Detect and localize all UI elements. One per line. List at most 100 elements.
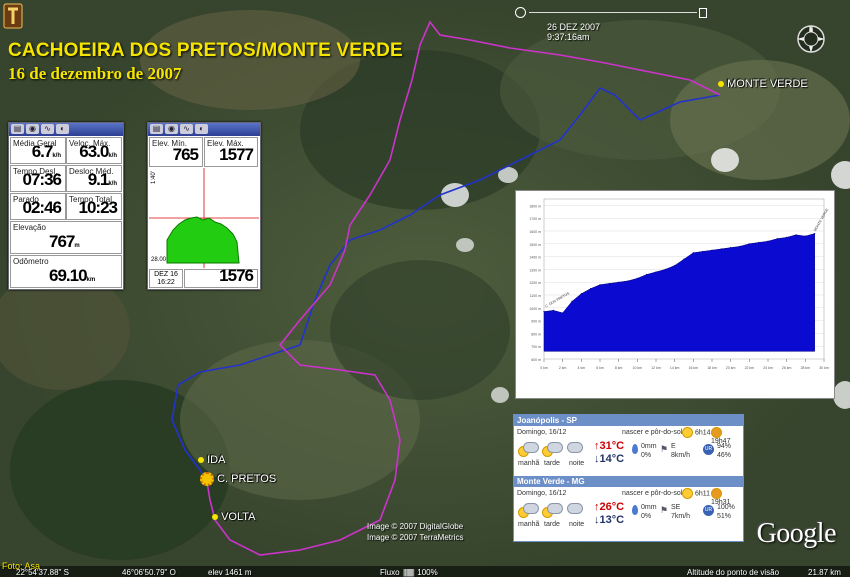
weather-date: Domingo, 16/12 [517,429,567,436]
x-tick-label: 10 km [633,366,643,370]
period-label: manhã [518,460,540,467]
y-tick-label: 700 m [531,345,541,349]
gps-stat-cell: Parado 02:46 [10,193,66,220]
x-tick-label: 20 km [726,366,736,370]
elevation-point [711,249,713,251]
elevation-point [674,264,676,267]
y-tick-label: 1200 m [529,281,541,285]
x-tick-label: 0 km [540,366,548,370]
credit-digitalglobe: Image © 2007 DigitalGlobe [367,522,464,531]
x-tick-label: 8 km [615,366,623,370]
place-ida[interactable]: IDA [198,454,225,466]
y-tick-label: 1100 m [530,294,541,298]
map-title: CACHOEIRA DOS PRETOS/MONTE VERDE [8,40,403,61]
partly-cloudy-icon [518,503,539,518]
gps-stat-cell: Veloc. Máx. 63.0k/h [66,137,122,164]
x-tick-label: 12 km [651,366,661,370]
humidity-min: 46% [717,452,732,459]
elev-max-cell: Elev. Máx. 1577 [204,137,258,167]
weather-date: Domingo, 16/12 [517,490,567,497]
elev-min-cell: Elev. Mín. 765 [149,137,203,167]
gps-stat-value: 767m [49,232,80,251]
status-eye-label: Altitude do ponto de visão [687,568,780,577]
elevation-point [618,281,620,283]
rain-pct: 0% [641,513,652,520]
elevation-point [767,240,769,242]
sunrise-icon [682,488,693,499]
time-slider-end-icon[interactable] [699,7,708,18]
gps-pages-icon[interactable]: ▤ [11,124,24,134]
gps-pages-icon[interactable]: ▤ [150,124,163,134]
gps-stat-cell: Tempo Total 10:23 [66,193,122,220]
elevation-point [599,284,601,286]
gps-stat-cell: Desloc Méd. 9.1k/h [66,165,122,192]
elev-scale-top: 1:40' [151,171,157,184]
cloudy-night-icon [567,442,583,455]
elevation-point [786,236,788,238]
gps-sat-icon[interactable]: ◐ [56,124,69,134]
wind-dir: E [671,443,676,450]
gps-stat-cell: Odômetro 69.10km [10,255,122,288]
map-subtitle: 16 de dezembro de 2007 [8,64,182,83]
gps-sat-icon[interactable]: ◐ [195,124,208,134]
pin-icon [718,81,724,87]
humidity-icon: UR [703,444,714,455]
cloudy-night-icon [567,503,583,516]
sunset-icon [711,488,722,499]
wind-icon: ⚑ [660,444,669,454]
period-label: manhã [518,521,540,528]
elevation-profile-chart: 1800 m 1700 m 1600 m 1500 m 1400 m 1300 m 1200… [515,190,835,399]
y-tick-label: 800 m [531,332,541,336]
compass-icon[interactable]: N [794,22,828,56]
weather-city-header[interactable]: Monte Verde - MG [514,476,743,487]
elevation-point [776,238,778,240]
gps-elevation-plot: 1:40' 28.00 [149,168,259,268]
sunset-icon [711,427,722,438]
compass-north-label: N [809,27,813,33]
y-tick-label: 600 m [531,358,541,362]
wind-dir: SE [671,504,681,511]
x-tick-label: 28 km [801,366,811,370]
elevation-point [655,271,657,273]
gps-stat-cell: Tempo Desl. 07:36 [10,165,66,192]
time-slider[interactable]: 26 DEZ 2007 9:37:16am [515,7,708,42]
temp-max: ↑26°C [594,501,625,513]
elevation-point [702,250,704,253]
weather-city-header[interactable]: Joanópolis - SP [514,415,743,426]
gps-stats-panel: ▤ ◉ ∿ ◐ Média Geral 6.7k/h Veloc. Máx. 63.0… [8,122,124,290]
status-elev: elev 1461 m [208,568,252,577]
x-tick-label: 16 km [689,366,699,370]
status-eye-alt: 21.87 km [808,568,841,577]
gps-track-icon[interactable]: ∿ [41,124,54,134]
date-label: 26 DEZ 2007 [547,22,601,32]
gps-nav-icon[interactable]: ◉ [26,124,39,134]
elevation-point [748,243,750,245]
gps-elevation-panel: ▤ ◉ ∿ ◐ Elev. Mín. 765 Elev. Máx. 1577 1… [147,122,261,290]
y-tick-label: 1800 m [529,204,541,208]
elevation-point [683,258,685,260]
gps-stat-value: 9.1k/h [87,170,117,189]
y-tick-label: 1500 m [529,243,541,247]
wind-speed: 8km/h [671,452,691,459]
x-tick-label: 30 km [819,366,829,370]
waterfall-sun-icon [200,472,214,486]
sun-times-label: nascer e pôr-do-sol: [622,490,685,497]
y-tick-label: 900 m [531,320,541,324]
gps-track-icon[interactable]: ∿ [180,124,193,134]
elevation-point [646,273,648,276]
elevation-point [664,268,666,270]
gps-nav-icon[interactable]: ◉ [165,124,178,134]
elevation-point [814,232,816,235]
place-monte-verde[interactable]: MONTE VERDE [718,78,808,90]
place-c-pretos[interactable]: C. PRETOS [200,472,276,486]
x-tick-label: 2 km [559,366,567,370]
sunrise: 6h14 [682,427,711,438]
place-volta[interactable]: VOLTA [212,511,256,523]
y-tick-label: 1700 m [529,217,541,221]
status-lat: 22°54'37.88" S [16,568,69,577]
pin-icon [198,457,204,463]
weather-panel: Joanópolis - SP Domingo, 16/12 nascer e pô… [513,414,744,542]
y-tick-label: 1400 m [529,256,541,260]
elevation-point [571,300,573,302]
elevation-point [795,234,797,236]
